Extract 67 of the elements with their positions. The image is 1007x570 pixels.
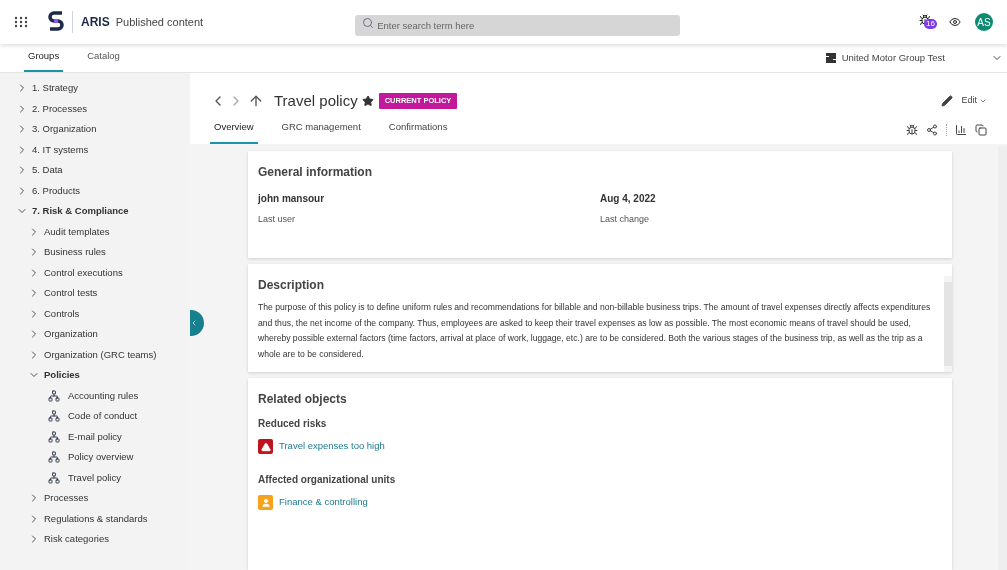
tree-item[interactable]: Risk categories <box>44 532 109 547</box>
app-subtitle: Published content <box>115 14 204 30</box>
tree-item[interactable]: Audit templates <box>44 224 110 239</box>
tree-item[interactable]: Code of conduct <box>68 409 138 424</box>
field-label: Last user <box>258 213 296 226</box>
tree-item[interactable]: 2. Processes <box>32 101 87 116</box>
page-title: Travel policy <box>274 90 358 111</box>
tree-item[interactable]: Organization <box>44 327 98 342</box>
notification-badge: 16 <box>924 19 937 29</box>
collapse-handle[interactable] <box>190 310 204 336</box>
hierarchy-icon <box>48 471 60 484</box>
field-value: john mansour <box>258 192 325 206</box>
card-title: Related objects <box>258 391 347 408</box>
search-icon <box>362 16 375 29</box>
hierarchy-icon <box>48 430 60 443</box>
bar-chart-icon[interactable] <box>955 124 967 136</box>
tree-item[interactable]: Controls <box>44 306 80 321</box>
hierarchy-icon <box>48 410 60 423</box>
search-field[interactable]: Enter search term here <box>355 14 681 36</box>
app-grid-icon[interactable] <box>14 16 28 28</box>
tree-item[interactable]: Policies <box>44 368 80 383</box>
tree-item[interactable]: Accounting rules <box>68 388 139 403</box>
tree-item[interactable]: 1. Strategy <box>32 81 78 96</box>
card-title: Description <box>258 277 324 294</box>
user-avatar[interactable]: AS <box>975 13 993 31</box>
hierarchy-icon <box>48 451 60 464</box>
page-tab[interactable]: Overview <box>210 119 258 144</box>
database-icon <box>825 52 836 63</box>
tree-item[interactable]: Processes <box>44 491 89 506</box>
caret-icon[interactable] <box>979 97 987 105</box>
bug-icon[interactable] <box>906 124 918 136</box>
group-title: Reduced risks <box>258 417 327 431</box>
eye-icon[interactable] <box>949 16 961 28</box>
tree-item[interactable]: Travel policy <box>68 470 121 485</box>
field-label: Last change <box>600 213 650 226</box>
up-icon[interactable] <box>248 93 264 109</box>
share-icon[interactable] <box>926 124 938 136</box>
copy-icon[interactable] <box>975 124 987 136</box>
group-title: Affected organizational units <box>258 473 396 487</box>
star-icon[interactable] <box>361 95 374 107</box>
logo-icon <box>48 10 64 34</box>
tree-item[interactable]: Control executions <box>44 265 123 280</box>
tree-item[interactable]: Control tests <box>44 286 98 301</box>
description-text: The purpose of this policy is to define uniform rules and recommendations for billable and non-billable business trips. The amount of travel expenses directly affects expenditures and thus, the net income of the company. Thus, employees are asked to keep their travel expenses as low as possible. The most economic means of travel should be used, whereby possible external factors (time factors, arrival at place of work, luggage, etc.) are to be considered. Both the various stages of the business trip, as well as the trip as a whole are to be considered. <box>258 301 932 361</box>
object-link[interactable]: Travel expenses too high <box>279 439 385 454</box>
app-name: ARIS <box>81 14 110 31</box>
tree-item[interactable]: 7. Risk & Compliance <box>32 204 129 219</box>
tree-item[interactable]: Organization (GRC teams) <box>44 347 157 362</box>
tree-item[interactable]: 5. Data <box>32 163 63 178</box>
scrollbar[interactable] <box>944 276 952 372</box>
tree-item[interactable]: Regulations & standards <box>44 511 148 526</box>
page-tab[interactable]: GRC management <box>277 119 365 144</box>
tree-item[interactable]: E-mail policy <box>68 429 122 444</box>
database-name[interactable]: United Motor Group Test <box>841 50 945 65</box>
field-value: Aug 4, 2022 <box>600 192 656 206</box>
edit-icon[interactable] <box>941 95 954 107</box>
tree-item[interactable]: 3. Organization <box>32 122 97 137</box>
page-tab[interactable]: Confirmations <box>384 119 452 144</box>
edit-button[interactable]: Edit <box>961 94 987 108</box>
hierarchy-icon <box>48 389 60 402</box>
card-title: General information <box>258 164 373 181</box>
tree-item[interactable]: Policy overview <box>68 450 134 465</box>
nav-tab[interactable]: Catalog <box>83 48 124 72</box>
tree-item[interactable]: Business rules <box>44 245 106 260</box>
tree-item[interactable]: 6. Products <box>32 183 81 198</box>
tree-item[interactable]: 4. IT systems <box>32 142 89 157</box>
object-link[interactable]: Finance & controlling <box>279 495 368 510</box>
